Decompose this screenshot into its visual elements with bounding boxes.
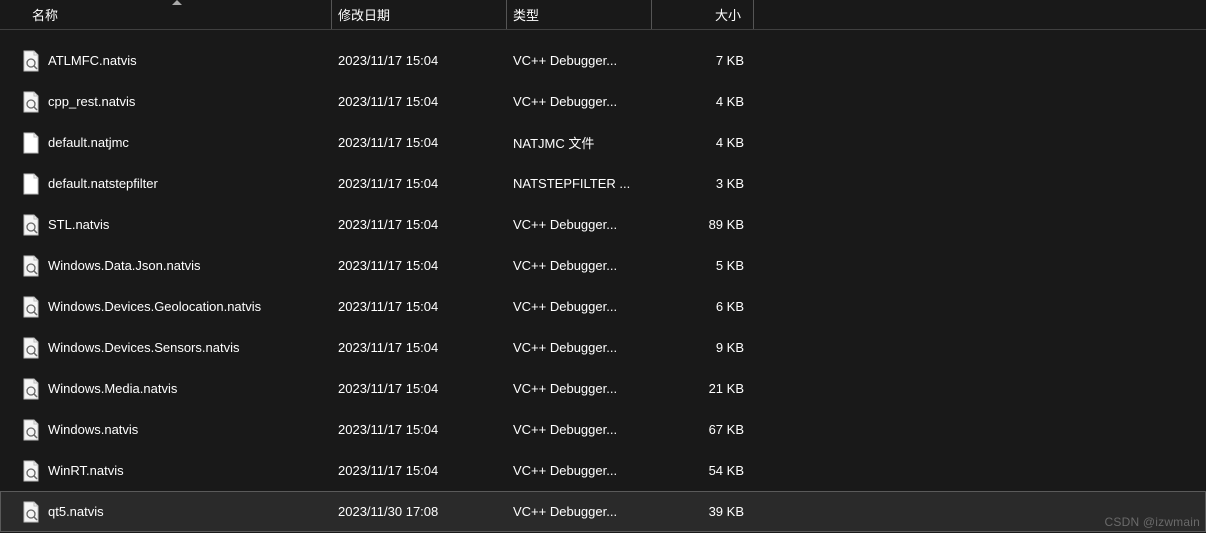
column-header-name-label: 名称 xyxy=(32,5,58,24)
file-type-cell: VC++ Debugger... xyxy=(507,53,652,68)
watermark-text: CSDN @izwmain xyxy=(1105,515,1200,529)
file-row[interactable]: cpp_rest.natvis 2023/11/17 15:04VC++ Debu… xyxy=(0,81,1206,122)
file-date-cell: 2023/11/17 15:04 xyxy=(332,217,507,232)
file-type-cell: NATJMC 文件 xyxy=(507,133,652,152)
file-name-cell: STL.natvis xyxy=(22,214,332,236)
file-name-cell: Windows.natvis xyxy=(22,419,332,441)
column-header-type[interactable]: 类型 xyxy=(507,0,652,29)
file-name-label: ATLMFC.natvis xyxy=(48,53,137,68)
file-name-label: Windows.Devices.Sensors.natvis xyxy=(48,340,239,355)
file-date-cell: 2023/11/17 15:04 xyxy=(332,463,507,478)
column-header-size[interactable]: 大小 xyxy=(652,0,754,29)
file-type-cell: VC++ Debugger... xyxy=(507,381,652,396)
file-type-cell: VC++ Debugger... xyxy=(507,217,652,232)
file-row[interactable]: WinRT.natvis 2023/11/17 15:04VC++ Debugge… xyxy=(0,450,1206,491)
file-date-cell: 2023/11/17 15:04 xyxy=(332,340,507,355)
file-name-cell: Windows.Data.Json.natvis xyxy=(22,255,332,277)
file-name-label: STL.natvis xyxy=(48,217,109,232)
column-header-name[interactable]: 名称 xyxy=(22,0,332,29)
column-header-date[interactable]: 修改日期 xyxy=(332,0,507,29)
file-row[interactable]: qt5.natvis 2023/11/30 17:08VC++ Debugger.… xyxy=(0,491,1206,532)
natvis-file-icon xyxy=(22,91,40,113)
file-name-label: Windows.Devices.Geolocation.natvis xyxy=(48,299,261,314)
file-size-cell: 9 KB xyxy=(652,340,754,355)
file-name-label: qt5.natvis xyxy=(48,504,104,519)
file-size-cell: 4 KB xyxy=(652,135,754,150)
file-date-cell: 2023/11/17 15:04 xyxy=(332,422,507,437)
file-date-cell: 2023/11/17 15:04 xyxy=(332,299,507,314)
file-name-cell: Windows.Devices.Sensors.natvis xyxy=(22,337,332,359)
plain-file-icon xyxy=(22,132,40,154)
file-row[interactable]: default.natstepfilter 2023/11/17 15:04NAT… xyxy=(0,163,1206,204)
file-type-cell: VC++ Debugger... xyxy=(507,94,652,109)
file-row[interactable]: default.natjmc 2023/11/17 15:04NATJMC 文件4… xyxy=(0,122,1206,163)
plain-file-icon xyxy=(22,173,40,195)
file-type-cell: VC++ Debugger... xyxy=(507,299,652,314)
file-type-cell: VC++ Debugger... xyxy=(507,463,652,478)
file-name-cell: default.natstepfilter xyxy=(22,173,332,195)
file-row[interactable]: Windows.Devices.Sensors.natvis 2023/11/17… xyxy=(0,327,1206,368)
file-name-cell: Windows.Devices.Geolocation.natvis xyxy=(22,296,332,318)
file-name-cell: cpp_rest.natvis xyxy=(22,91,332,113)
natvis-file-icon xyxy=(22,255,40,277)
file-row[interactable]: Windows.Data.Json.natvis 2023/11/17 15:04… xyxy=(0,245,1206,286)
file-name-label: default.natjmc xyxy=(48,135,129,150)
file-name-cell: WinRT.natvis xyxy=(22,460,332,482)
column-header-size-label: 大小 xyxy=(715,5,741,24)
natvis-file-icon xyxy=(22,501,40,523)
file-row[interactable]: STL.natvis 2023/11/17 15:04VC++ Debugger.… xyxy=(0,204,1206,245)
file-size-cell: 67 KB xyxy=(652,422,754,437)
natvis-file-icon xyxy=(22,460,40,482)
file-size-cell: 3 KB xyxy=(652,176,754,191)
file-rows-container: ATLMFC.natvis2023/11/17 15:04VC++ Debugg… xyxy=(0,30,1206,532)
file-size-cell: 54 KB xyxy=(652,463,754,478)
file-type-cell: NATSTEPFILTER ... xyxy=(507,176,652,191)
file-size-cell: 21 KB xyxy=(652,381,754,396)
sort-ascending-icon xyxy=(172,0,182,5)
file-date-cell: 2023/11/17 15:04 xyxy=(332,135,507,150)
file-size-cell: 5 KB xyxy=(652,258,754,273)
file-date-cell: 2023/11/17 15:04 xyxy=(332,176,507,191)
file-size-cell: 7 KB xyxy=(652,53,754,68)
natvis-file-icon xyxy=(22,296,40,318)
file-name-label: Windows.natvis xyxy=(48,422,138,437)
column-header-type-label: 类型 xyxy=(513,5,539,24)
column-header-date-label: 修改日期 xyxy=(338,5,390,24)
natvis-file-icon xyxy=(22,378,40,400)
file-name-cell: Windows.Media.natvis xyxy=(22,378,332,400)
file-name-label: Windows.Media.natvis xyxy=(48,381,177,396)
natvis-file-icon xyxy=(22,214,40,236)
file-row[interactable]: Windows.Devices.Geolocation.natvis 2023/1… xyxy=(0,286,1206,327)
file-date-cell: 2023/11/17 15:04 xyxy=(332,94,507,109)
natvis-file-icon xyxy=(22,337,40,359)
file-type-cell: VC++ Debugger... xyxy=(507,504,652,519)
file-name-label: WinRT.natvis xyxy=(48,463,124,478)
file-size-cell: 39 KB xyxy=(652,504,754,519)
file-name-cell: default.natjmc xyxy=(22,132,332,154)
file-date-cell: 2023/11/17 15:04 xyxy=(332,381,507,396)
column-header-row: 名称 修改日期 类型 大小 xyxy=(0,0,1206,30)
file-type-cell: VC++ Debugger... xyxy=(507,258,652,273)
file-name-label: default.natstepfilter xyxy=(48,176,158,191)
natvis-file-icon xyxy=(22,419,40,441)
file-size-cell: 89 KB xyxy=(652,217,754,232)
file-list-table: 名称 修改日期 类型 大小 ATLMFC.natvis 2023/11/17 15… xyxy=(0,0,1206,532)
file-name-label: Windows.Data.Json.natvis xyxy=(48,258,200,273)
file-date-cell: 2023/11/30 17:08 xyxy=(332,504,507,519)
file-row[interactable]: Windows.natvis 2023/11/17 15:04VC++ Debug… xyxy=(0,409,1206,450)
file-type-cell: VC++ Debugger... xyxy=(507,340,652,355)
file-row[interactable]: Windows.Media.natvis 2023/11/17 15:04VC++… xyxy=(0,368,1206,409)
file-size-cell: 6 KB xyxy=(652,299,754,314)
file-date-cell: 2023/11/17 15:04 xyxy=(332,258,507,273)
file-name-cell: qt5.natvis xyxy=(22,501,332,523)
file-name-label: cpp_rest.natvis xyxy=(48,94,135,109)
file-type-cell: VC++ Debugger... xyxy=(507,422,652,437)
file-name-cell: ATLMFC.natvis xyxy=(22,50,332,72)
file-size-cell: 4 KB xyxy=(652,94,754,109)
file-date-cell: 2023/11/17 15:04 xyxy=(332,53,507,68)
natvis-file-icon xyxy=(22,50,40,72)
file-row[interactable]: ATLMFC.natvis 2023/11/17 15:04VC++ Debugg… xyxy=(0,40,1206,81)
